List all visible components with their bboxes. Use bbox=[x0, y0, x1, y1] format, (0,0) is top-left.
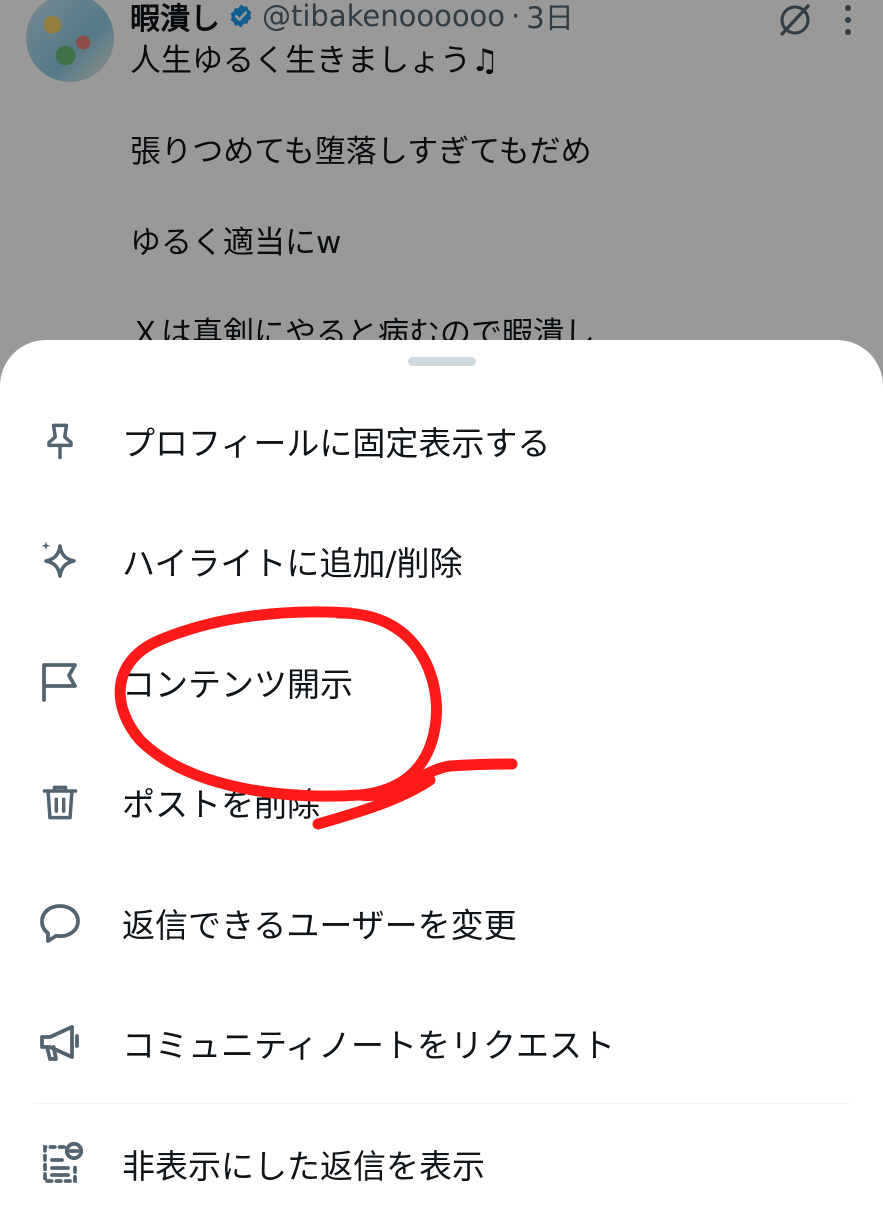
trash-icon bbox=[36, 778, 84, 826]
hidden-replies-icon bbox=[36, 1140, 84, 1188]
menu-item-view-hidden-replies[interactable]: 非表示にした返信を表示 bbox=[0, 1114, 883, 1214]
menu-item-label: ハイライトに追加/削除 bbox=[122, 544, 463, 583]
menu-item-pin-to-profile[interactable]: プロフィールに固定表示する bbox=[0, 391, 883, 491]
action-sheet: プロフィールに固定表示する ハイライトに追加/削除 コンテンツ開示 ポストを削除… bbox=[0, 340, 883, 1199]
sparkle-icon bbox=[36, 537, 84, 585]
menu-item-request-community-note[interactable]: コミュニティノートをリクエスト bbox=[0, 993, 883, 1093]
menu-divider bbox=[34, 1103, 850, 1104]
menu-item-highlight[interactable]: ハイライトに追加/削除 bbox=[0, 511, 883, 611]
menu-item-change-who-can-reply[interactable]: 返信できるユーザーを変更 bbox=[0, 873, 883, 973]
menu-item-label: コミュニティノートをリクエスト bbox=[122, 1026, 616, 1065]
pin-icon bbox=[36, 417, 84, 465]
menu-item-content-disclosure[interactable]: コンテンツ開示 bbox=[0, 632, 883, 732]
speech-bubble-icon bbox=[36, 899, 84, 947]
sheet-grabber-handle[interactable] bbox=[408, 357, 476, 366]
menu-item-label: ポストを削除 bbox=[122, 785, 320, 824]
megaphone-icon bbox=[36, 1019, 84, 1067]
menu-item-label: 非表示にした返信を表示 bbox=[122, 1147, 485, 1186]
menu-item-label: 返信できるユーザーを変更 bbox=[122, 906, 517, 945]
menu-item-delete-post[interactable]: ポストを削除 bbox=[0, 752, 883, 852]
flag-icon bbox=[36, 658, 84, 706]
menu-item-label: コンテンツ開示 bbox=[122, 665, 353, 704]
menu-item-label: プロフィールに固定表示する bbox=[122, 424, 551, 463]
